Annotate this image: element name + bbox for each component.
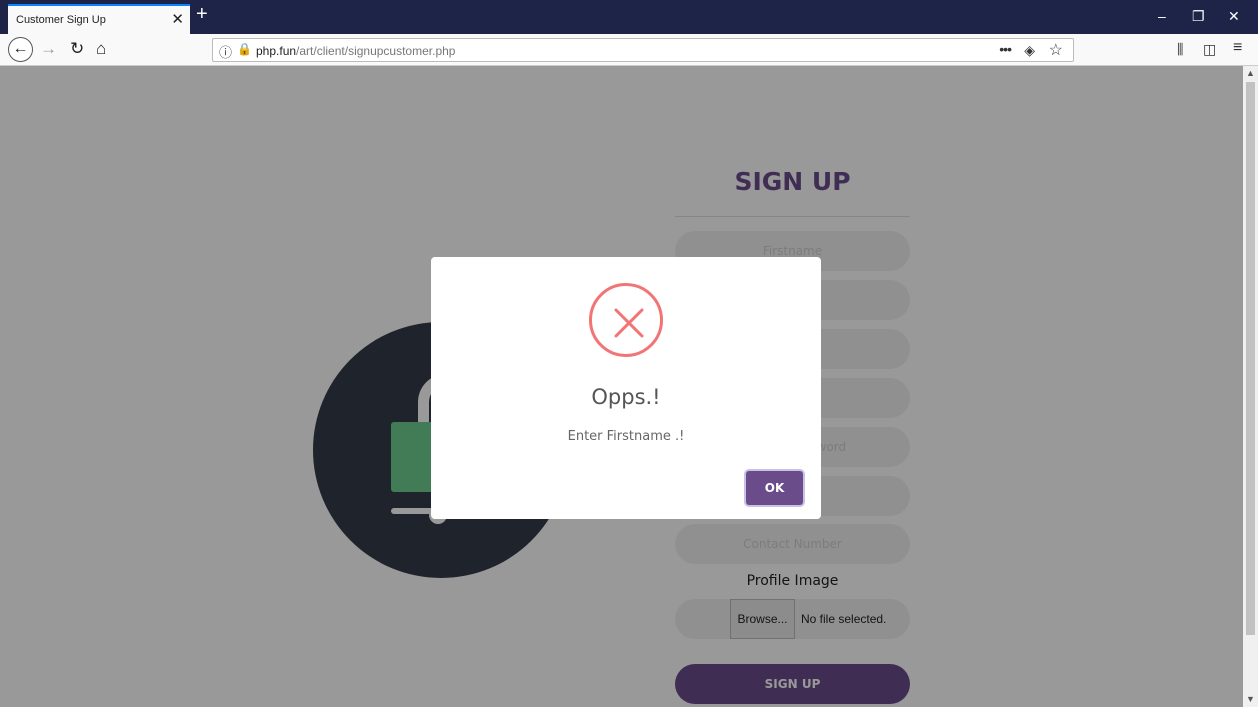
url-bar[interactable]: ⓘ 🔒 php.fun/art/client/signupcustomer.ph… xyxy=(212,38,1074,62)
url-text[interactable]: php.fun/art/client/signupcustomer.php xyxy=(256,44,455,58)
browser-tab[interactable]: Customer Sign Up ✕ xyxy=(8,4,190,34)
insecure-lock-icon[interactable]: 🔒 xyxy=(237,42,252,56)
nav-toolbar: ← → ↻ ⌂ ⓘ 🔒 php.fun/art/client/signupcus… xyxy=(0,34,1258,66)
reload-icon[interactable]: ↻ xyxy=(70,40,84,58)
site-info-icon[interactable]: ⓘ xyxy=(219,42,232,61)
library-icon[interactable]: ⫼ xyxy=(1177,41,1183,58)
scroll-down-icon[interactable]: ▼ xyxy=(1246,694,1255,704)
tab-title: Customer Sign Up xyxy=(16,14,106,26)
bookmark-star-icon[interactable]: ☆ xyxy=(1049,40,1063,60)
more-actions-icon[interactable]: ••• xyxy=(999,41,1012,57)
home-icon[interactable]: ⌂ xyxy=(96,40,106,58)
dialog-message: Enter Firstname .! xyxy=(567,429,685,444)
sidebar-icon[interactable]: ◫ xyxy=(1203,41,1216,58)
restore-button[interactable]: ❐ xyxy=(1192,8,1205,25)
menu-icon[interactable]: ≡ xyxy=(1233,39,1242,57)
scroll-up-icon[interactable]: ▲ xyxy=(1246,68,1255,78)
error-x-icon xyxy=(589,283,663,357)
minimize-button[interactable]: – xyxy=(1158,8,1166,24)
page-content: SIGN UP Profile Image Browse... No file … xyxy=(0,66,1243,707)
error-dialog: Opps.! Enter Firstname .! OK xyxy=(431,257,821,519)
scroll-thumb[interactable] xyxy=(1246,82,1255,635)
back-arrow-icon[interactable]: ← xyxy=(8,37,33,62)
tab-close-icon[interactable]: ✕ xyxy=(171,10,184,28)
ok-button[interactable]: OK xyxy=(746,471,803,505)
window-close-button[interactable]: ✕ xyxy=(1228,8,1240,25)
vertical-scrollbar[interactable]: ▲ ▼ xyxy=(1243,66,1258,707)
tab-strip: Customer Sign Up ✕ + – ❐ ✕ xyxy=(0,0,1258,34)
dialog-title: Opps.! xyxy=(591,385,661,409)
forward-arrow-icon[interactable]: → xyxy=(40,40,57,58)
pocket-icon[interactable]: ◈ xyxy=(1024,42,1035,59)
new-tab-button[interactable]: + xyxy=(196,4,208,24)
